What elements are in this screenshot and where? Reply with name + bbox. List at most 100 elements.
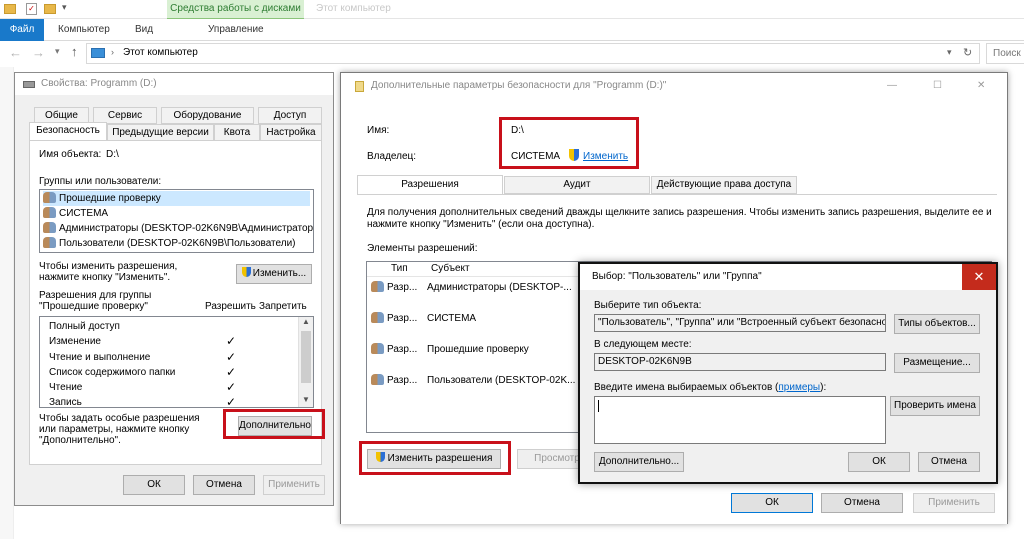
users-icon — [371, 281, 384, 292]
scroll-down-icon[interactable]: ▼ — [302, 395, 310, 404]
permission-row: Чтение и выполнение — [49, 352, 151, 363]
tab-effective-access[interactable]: Действующие права доступа — [651, 176, 797, 194]
tab-customize[interactable]: Настройка — [260, 124, 322, 141]
list-item[interactable]: СИСТЕМА — [43, 206, 310, 221]
back-arrow-icon[interactable]: ← — [9, 45, 22, 60]
entries-label: Элементы разрешений: — [367, 243, 478, 254]
check-names-button[interactable]: Проверить имена — [890, 396, 980, 416]
search-input[interactable]: Поиск — [986, 43, 1024, 64]
users-icon — [43, 222, 56, 233]
table-row[interactable]: Разр... Прошедшие проверку — [371, 342, 581, 357]
advanced-titlebar: Дополнительные параметры безопасности дл… — [341, 73, 1007, 99]
names-input[interactable] — [594, 396, 886, 444]
table-row[interactable]: Разр... Администраторы (DESKTOP-... — [371, 280, 581, 295]
names-label: Введите имена выбираемых объектов (приме… — [594, 382, 827, 393]
tab-view[interactable]: Вид — [135, 19, 153, 40]
maximize-icon[interactable]: ☐ — [933, 73, 942, 99]
props-ok-button[interactable]: ОК — [123, 475, 185, 495]
permissions-scrollbar[interactable]: ▲ ▼ — [298, 317, 313, 407]
computer-icon — [91, 48, 105, 58]
change-hint: Чтобы изменить разрешения, нажмите кнопк… — [39, 261, 178, 283]
permission-row: Изменение — [49, 336, 101, 347]
examples-link[interactable]: примеры — [778, 382, 820, 393]
location-button[interactable]: Размещение... — [894, 353, 980, 373]
users-icon — [371, 374, 384, 385]
tab-permissions[interactable]: Разрешения — [357, 175, 503, 195]
groups-list[interactable]: Прошедшие проверку СИСТЕМА Администратор… — [39, 189, 314, 253]
table-row[interactable]: Разр... Пользователи (DESKTOP-02K... — [371, 373, 581, 388]
tab-sharing[interactable]: Доступ — [258, 107, 322, 124]
object-name-label: Имя объекта: — [39, 149, 102, 160]
drive-icon — [23, 81, 35, 88]
address-field[interactable]: › Этот компьютер ▾ ↻ — [86, 43, 980, 64]
select-ok-button[interactable]: ОК — [848, 452, 910, 472]
allow-check: ✓ — [226, 334, 237, 348]
select-cancel-button[interactable]: Отмена — [918, 452, 980, 472]
highlight-advanced — [223, 409, 325, 439]
props-cancel-button[interactable]: Отмена — [193, 475, 255, 495]
window-title: Этот компьютер — [316, 3, 391, 14]
change-button-label: Изменить... — [252, 268, 307, 279]
close-icon[interactable]: ✕ — [962, 264, 996, 290]
object-types-button[interactable]: Типы объектов... — [894, 314, 980, 334]
highlight-change-permissions — [359, 441, 511, 475]
adv-ok-button[interactable]: ОК — [731, 493, 813, 513]
select-advanced-button[interactable]: Дополнительно... — [594, 452, 684, 472]
recent-chevron-icon[interactable]: ▾ — [55, 46, 60, 57]
col-type-header[interactable]: Тип — [391, 263, 408, 274]
folder-icon[interactable] — [4, 4, 16, 14]
permission-row: Запись — [49, 397, 82, 408]
tab-computer[interactable]: Компьютер — [58, 19, 110, 40]
table-row[interactable]: Разр... СИСТЕМА — [371, 311, 581, 326]
permissions-list: Полный доступ Изменение ✓ Чтение и выпол… — [39, 316, 314, 408]
tab-file[interactable]: Файл — [0, 19, 44, 41]
permissions-label: Разрешения для группы "Прошедшие проверк… — [39, 290, 151, 312]
tab-security[interactable]: Безопасность — [29, 122, 107, 141]
properties-icon[interactable]: ✓ — [26, 3, 37, 15]
minimize-icon[interactable]: — — [887, 73, 897, 99]
nav-pane-strip — [0, 67, 14, 539]
forward-arrow-icon[interactable]: → — [32, 45, 45, 60]
scroll-up-icon[interactable]: ▲ — [302, 317, 310, 326]
list-item[interactable]: Прошедшие проверку — [43, 191, 310, 206]
permission-row: Чтение — [49, 382, 83, 393]
tab-hardware[interactable]: Оборудование — [161, 107, 254, 124]
permissions-label-line2: "Прошедшие проверку" — [39, 301, 148, 312]
permission-row: Полный доступ — [49, 321, 120, 332]
context-tab-group: Средства работы с дисками — [167, 0, 304, 19]
props-apply-button[interactable]: Применить — [263, 475, 325, 495]
users-icon — [371, 343, 384, 354]
group-name: Прошедшие проверку — [59, 193, 161, 204]
permission-row: Список содержимого папки — [49, 367, 176, 378]
quick-access-toolbar: ✓ ▾ Средства работы с дисками Этот компь… — [0, 0, 1024, 19]
close-icon[interactable]: ✕ — [977, 73, 985, 99]
new-folder-icon[interactable] — [44, 4, 56, 14]
adv-cancel-button[interactable]: Отмена — [821, 493, 903, 513]
list-item[interactable]: Пользователи (DESKTOP-02K6N9B\Пользовате… — [43, 236, 310, 251]
group-name: Пользователи (DESKTOP-02K6N9B\Пользовате… — [59, 238, 296, 249]
tab-quota[interactable]: Квота — [214, 124, 260, 141]
chevron-down-icon[interactable]: ▾ — [62, 2, 67, 13]
highlight-owner — [499, 117, 639, 169]
col-subject-header[interactable]: Субъект — [431, 263, 470, 274]
tab-previous-versions[interactable]: Предыдущие версии — [107, 124, 214, 141]
path-separator-icon: › — [111, 47, 114, 57]
permissions-label-line1: Разрешения для группы — [39, 290, 152, 301]
list-item[interactable]: Администраторы (DESKTOP-02K6N9B\Админист… — [43, 221, 313, 236]
refresh-icon[interactable]: ↻ — [963, 46, 972, 59]
address-dropdown-icon[interactable]: ▾ — [947, 47, 952, 58]
change-button[interactable]: Изменить... — [236, 264, 312, 284]
allow-header: Разрешить — [205, 301, 256, 312]
adv-apply-button[interactable]: Применить — [913, 493, 995, 513]
tab-panel-line — [357, 194, 997, 195]
allow-check: ✓ — [226, 380, 237, 394]
tab-manage[interactable]: Управление — [208, 19, 264, 40]
properties-title: Свойства: Programm (D:) — [41, 78, 157, 89]
object-type-label: Выберите тип объекта: — [594, 300, 702, 311]
advanced-title: Дополнительные параметры безопасности дл… — [371, 80, 667, 91]
up-arrow-icon[interactable]: ↑ — [71, 44, 78, 59]
tab-audit[interactable]: Аудит — [504, 176, 650, 194]
folder-icon — [355, 81, 364, 92]
address-bar-row: ← → ▾ ↑ › Этот компьютер ▾ ↻ Поиск — [0, 41, 1024, 67]
scroll-thumb[interactable] — [301, 331, 311, 383]
